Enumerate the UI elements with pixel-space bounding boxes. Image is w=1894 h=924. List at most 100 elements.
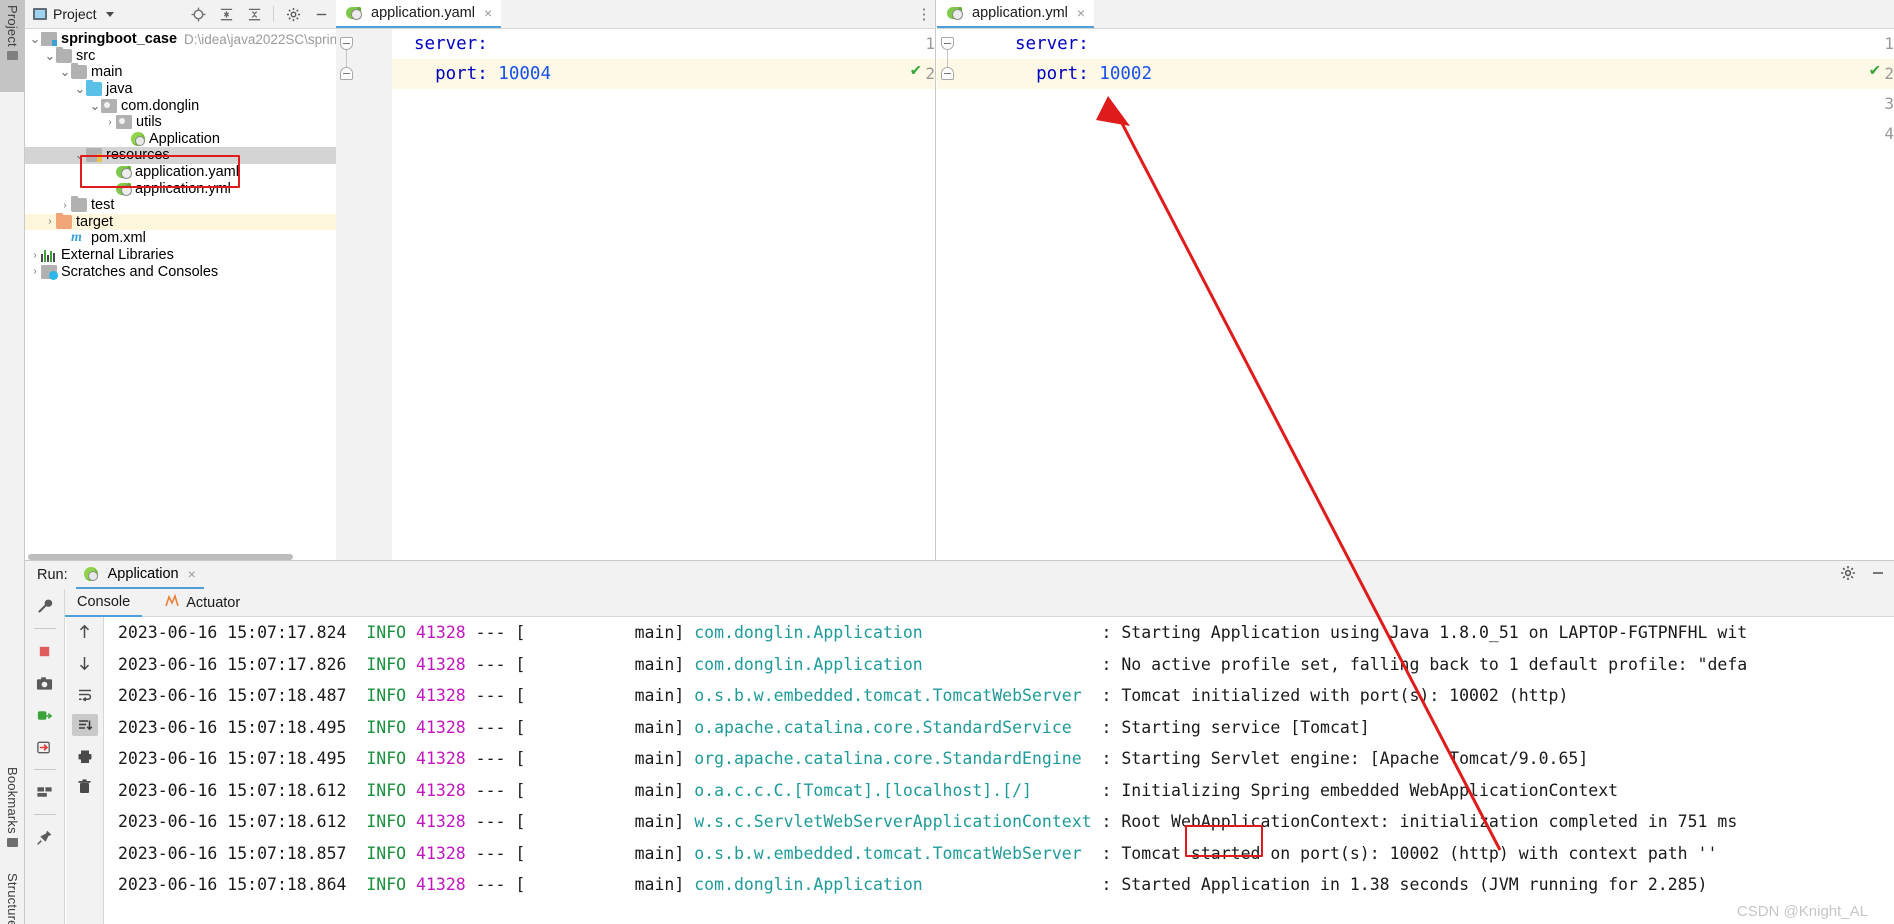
chevron-right-icon[interactable]: › bbox=[44, 216, 56, 227]
log-level: INFO bbox=[366, 749, 417, 768]
tab-actuator[interactable]: Actuator bbox=[152, 589, 252, 617]
sidebar-tab-project[interactable]: Project bbox=[0, 0, 25, 92]
log-pid: 41328 bbox=[416, 875, 476, 894]
tree-item[interactable]: ⌄ com.donglin bbox=[25, 97, 336, 114]
sidebar-tab-structure[interactable]: Structure bbox=[0, 868, 25, 924]
pin-icon[interactable] bbox=[32, 826, 58, 848]
fold-marker-close[interactable] bbox=[340, 67, 353, 80]
tree-item[interactable]: ⌄ java bbox=[25, 80, 336, 98]
tree-item[interactable]: › target bbox=[25, 212, 336, 231]
tree-item[interactable]: application.yml bbox=[25, 180, 336, 197]
tree-item[interactable]: application.yaml bbox=[25, 164, 336, 181]
tree-item-label: resources bbox=[106, 147, 170, 164]
chevron-right-icon[interactable]: › bbox=[104, 117, 116, 128]
log-message: : Starting Application using Java 1.8.0_… bbox=[1101, 623, 1748, 642]
log-level: INFO bbox=[366, 843, 417, 863]
scratches-icon bbox=[41, 264, 58, 280]
tree-item[interactable]: ⌄ springboot_case D:\idea\java2022SC\sprin… bbox=[25, 31, 360, 48]
close-icon[interactable]: × bbox=[484, 5, 492, 21]
scroll-to-end-icon[interactable] bbox=[71, 714, 98, 736]
editor-pane-left: application.yaml × ⋮ 1 2 server: port: 1… bbox=[336, 0, 936, 560]
chevron-down-icon[interactable] bbox=[105, 11, 114, 17]
log-timestamp: 2023-06-16 15:07:18.857 bbox=[118, 843, 367, 863]
chevron-down-icon[interactable]: ⌄ bbox=[74, 82, 86, 95]
tree-item-label: Application bbox=[149, 130, 220, 147]
chevron-right-icon[interactable]: › bbox=[59, 200, 71, 211]
tree-item[interactable]: ⌄ resources bbox=[25, 147, 336, 164]
tree-item[interactable]: m pom.xml bbox=[25, 230, 336, 247]
code-line: port: 10002 bbox=[1015, 64, 1152, 84]
log-level: INFO bbox=[366, 780, 417, 800]
run-config-tab[interactable]: Application × bbox=[75, 561, 204, 589]
tree-item[interactable]: › Scratches and Consoles bbox=[25, 263, 336, 280]
tree-item[interactable]: Application bbox=[25, 131, 336, 148]
debug-icon[interactable] bbox=[32, 704, 58, 726]
tree-item[interactable]: › test bbox=[25, 196, 336, 214]
editor-tab-right-label: application.yml bbox=[972, 5, 1068, 21]
log-message: : Starting service [Tomcat] bbox=[1101, 717, 1370, 737]
trash-icon[interactable] bbox=[72, 776, 98, 798]
project-icon bbox=[33, 8, 47, 20]
stop-icon[interactable] bbox=[32, 640, 58, 662]
gear-icon[interactable] bbox=[282, 3, 304, 25]
chevron-down-icon[interactable]: ⌄ bbox=[89, 99, 101, 112]
console-output[interactable]: 2023-06-16 15:07:17.824 INFO 41328 --- [… bbox=[104, 617, 1894, 924]
inspection-ok-icon[interactable]: ✔ bbox=[1870, 60, 1880, 80]
chevron-right-icon[interactable]: › bbox=[29, 266, 41, 277]
chevron-down-icon[interactable]: ⌄ bbox=[59, 65, 71, 78]
tab-console[interactable]: Console bbox=[65, 589, 143, 617]
tab-actuator-label: Actuator bbox=[186, 594, 241, 611]
close-icon[interactable]: × bbox=[188, 566, 196, 582]
collapse-all-icon[interactable] bbox=[243, 3, 265, 25]
expand-all-icon[interactable] bbox=[215, 3, 237, 25]
project-panel-header: Project bbox=[25, 0, 336, 29]
rerun-icon[interactable] bbox=[32, 736, 58, 758]
chevron-right-icon[interactable]: › bbox=[29, 250, 41, 261]
minimize-icon[interactable] bbox=[1870, 565, 1886, 585]
wrench-icon[interactable] bbox=[32, 595, 58, 617]
run-window-controls bbox=[1840, 561, 1886, 589]
log-message: : Tomcat initialized with port(s): 10002… bbox=[1101, 686, 1569, 705]
sidebar-tab-bookmarks[interactable]: Bookmarks bbox=[0, 762, 25, 870]
close-icon[interactable]: × bbox=[1077, 5, 1085, 21]
camera-icon[interactable] bbox=[32, 672, 58, 694]
log-thread: [ main] bbox=[515, 843, 695, 863]
editor-options-icon[interactable]: ⋮ bbox=[913, 0, 935, 28]
toolbar-divider bbox=[33, 769, 56, 770]
code-view-left[interactable]: 1 2 server: port: 10004 ✔ bbox=[336, 29, 935, 560]
chevron-down-icon[interactable]: ⌄ bbox=[74, 148, 86, 161]
log-pid: 41328 bbox=[416, 843, 476, 863]
log-pid: 41328 bbox=[416, 780, 476, 800]
fold-marker-open[interactable] bbox=[941, 37, 954, 50]
gear-icon[interactable] bbox=[1840, 565, 1856, 585]
project-tree[interactable]: ⌄ springboot_case D:\idea\java2022SC\sprin… bbox=[25, 29, 360, 280]
tree-item-label: Scratches and Consoles bbox=[61, 263, 219, 280]
code-view-right[interactable]: 1 2 3 4 server: port: 10002 ✔ bbox=[937, 29, 1894, 560]
log-logger: o.s.b.w.embedded.tomcat.TomcatWebServer bbox=[694, 686, 1102, 705]
console-log-line: 2023-06-16 15:07:18.857 INFO 41328 --- [… bbox=[104, 838, 1894, 870]
inspection-ok-icon[interactable]: ✔ bbox=[911, 60, 921, 80]
scroll-up-icon[interactable] bbox=[72, 621, 98, 643]
chevron-down-icon[interactable]: ⌄ bbox=[29, 32, 41, 45]
fold-marker-open[interactable] bbox=[340, 37, 353, 50]
tree-item-label: pom.xml bbox=[91, 230, 146, 247]
locate-icon[interactable] bbox=[187, 3, 209, 25]
soft-wrap-icon[interactable] bbox=[72, 683, 98, 705]
log-pid: 41328 bbox=[416, 686, 476, 705]
target-folder-icon bbox=[56, 212, 72, 229]
tree-item[interactable]: › External Libraries bbox=[25, 247, 336, 264]
console-log-line: 2023-06-16 15:07:18.612 INFO 41328 --- [… bbox=[104, 806, 1894, 838]
yaml-file-icon bbox=[116, 166, 132, 180]
hide-panel-icon[interactable] bbox=[310, 3, 332, 25]
scroll-down-icon[interactable] bbox=[72, 652, 98, 674]
editor-tab-application-yaml[interactable]: application.yaml × bbox=[336, 0, 502, 28]
tree-item-label: application.yaml bbox=[135, 164, 239, 181]
tree-item[interactable]: › utils bbox=[25, 114, 336, 131]
chevron-down-icon[interactable]: ⌄ bbox=[44, 49, 56, 62]
tree-item[interactable]: ⌄ main bbox=[25, 63, 336, 81]
fold-marker-close[interactable] bbox=[941, 67, 954, 80]
editor-tab-application-yml[interactable]: application.yml × bbox=[937, 0, 1095, 28]
layout-icon[interactable] bbox=[32, 781, 58, 803]
tree-item[interactable]: ⌄ src bbox=[25, 46, 336, 65]
print-icon[interactable] bbox=[72, 745, 98, 767]
